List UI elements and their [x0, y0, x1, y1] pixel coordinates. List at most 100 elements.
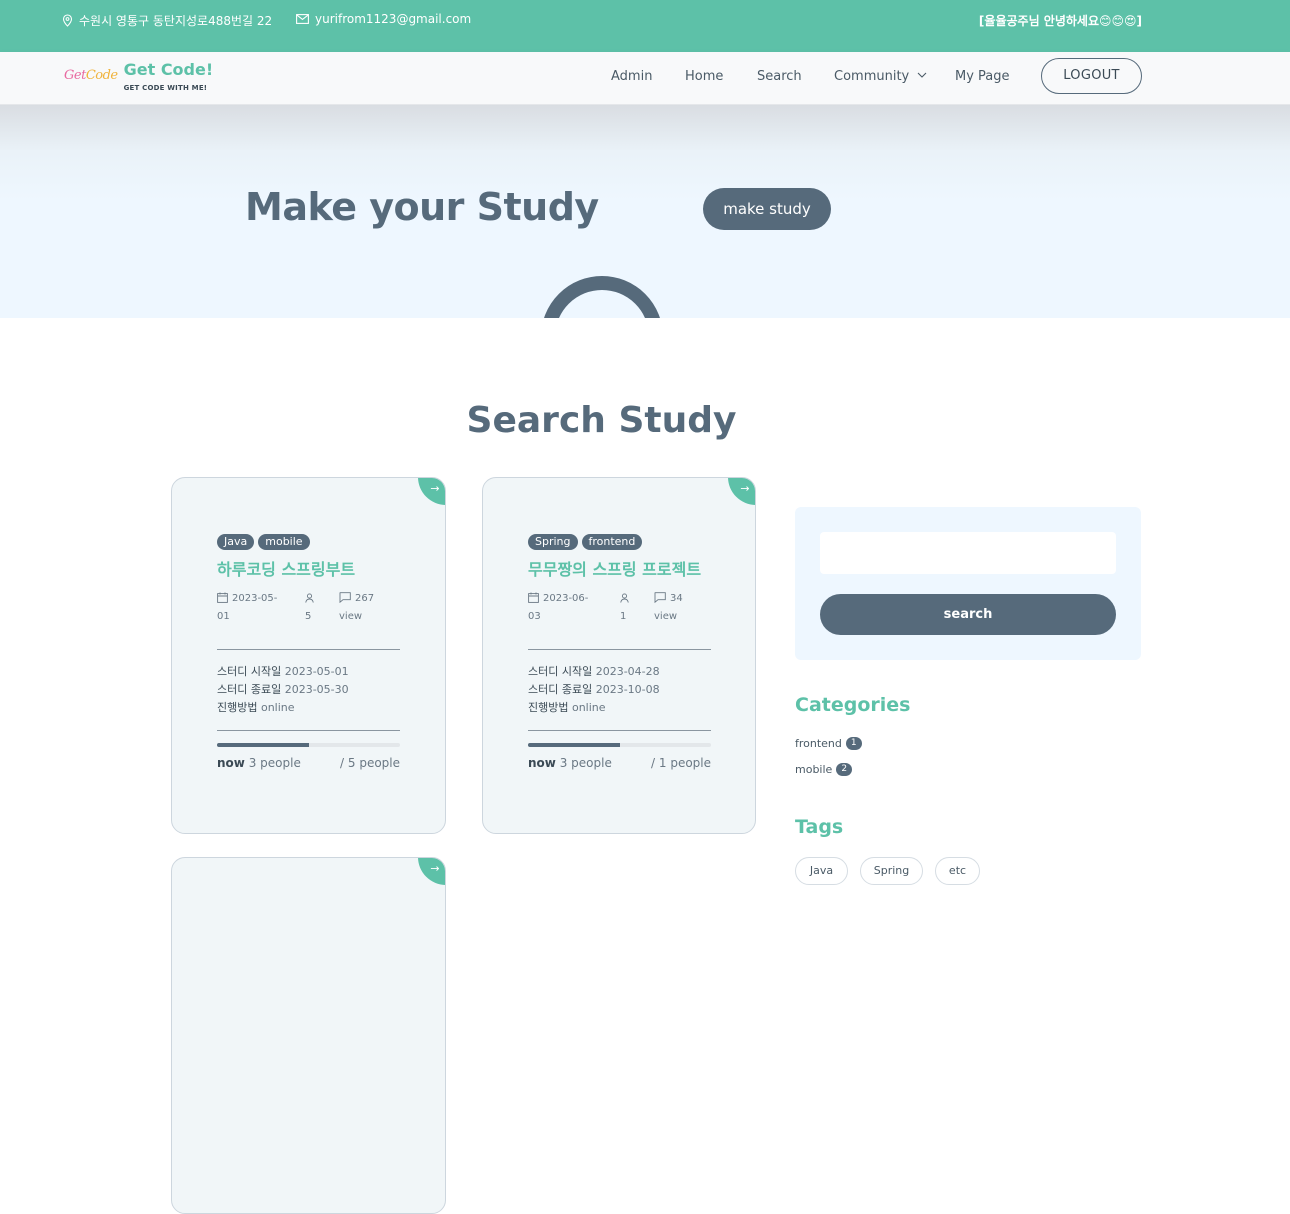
card-start-row: 스터디 시작일 2023-04-28	[528, 663, 660, 681]
greeting-text: [율율공주님 안녕하세요😊😊😍]	[978, 14, 1142, 28]
study-card[interactable]: → Spring frontend 무무짱의 스프링 프로젝트 2023-06-…	[482, 477, 756, 834]
logout-button[interactable]: LOGOUT	[1041, 58, 1142, 94]
category-name[interactable]: frontend	[795, 737, 842, 750]
card-title[interactable]: 하루코딩 스프링부트	[217, 556, 355, 580]
calendar-icon	[528, 592, 539, 609]
hero-banner: Make your Study make study	[0, 105, 1290, 318]
mode-value: online	[571, 701, 606, 714]
card-schedule: 스터디 시작일 2023-04-28 스터디 종료일 2023-10-08 진행…	[528, 663, 660, 717]
start-label: 스터디 시작일	[217, 665, 282, 678]
card-progress-bar	[528, 743, 711, 747]
make-study-button[interactable]: make study	[703, 188, 831, 230]
search-input[interactable]	[820, 532, 1116, 574]
tag-chip-java[interactable]: Java	[795, 857, 848, 885]
location-pin-icon	[62, 14, 73, 27]
card-views-unit: view	[654, 611, 678, 622]
mail-icon	[296, 14, 309, 24]
tag-chip-etc[interactable]: etc	[935, 857, 980, 885]
logo-mark-code: Code	[85, 68, 118, 83]
card-progress-fill	[217, 743, 309, 747]
end-label: 스터디 종료일	[528, 683, 593, 696]
tag-chip-spring[interactable]: Spring	[860, 857, 923, 885]
brand-logo[interactable]: GetCode Get Code! GET CODE WITH ME!	[64, 60, 213, 92]
logo-text: Get Code! GET CODE WITH ME!	[124, 60, 214, 92]
now-label: now	[528, 756, 556, 770]
nav-search[interactable]: Search	[757, 69, 802, 84]
nav-community[interactable]: Community	[834, 69, 927, 84]
now-count: 3 people	[248, 756, 301, 770]
end-date: 2023-05-30	[284, 683, 349, 696]
card-divider	[217, 649, 400, 650]
arrow-right-icon[interactable]: →	[418, 858, 445, 885]
user-icon	[620, 593, 629, 609]
card-mode-row: 진행방법 online	[217, 699, 349, 717]
max-count: / 1 people	[651, 756, 711, 770]
search-button[interactable]: search	[820, 594, 1116, 635]
address-text: 수원시 영통구 동탄지성로488번길 22	[79, 14, 273, 28]
brand-subtitle: GET CODE WITH ME!	[123, 84, 208, 92]
card-views-unit: view	[339, 611, 363, 622]
category-item-frontend[interactable]: frontend 1	[795, 737, 862, 750]
card-members-text: 1	[620, 611, 627, 622]
logo-mark: GetCode	[64, 68, 118, 83]
max-count: / 5 people	[340, 756, 400, 770]
now-count: 3 people	[559, 756, 612, 770]
start-date: 2023-04-28	[595, 665, 660, 678]
brand-title: Get Code!	[123, 60, 214, 79]
card-schedule: 스터디 시작일 2023-05-01 스터디 종료일 2023-05-30 진행…	[217, 663, 349, 717]
card-mode-row: 진행방법 online	[528, 699, 660, 717]
hero-ring-decoration	[541, 276, 663, 318]
study-card[interactable]: →	[171, 857, 446, 1214]
card-members: 1	[620, 591, 638, 625]
card-tag[interactable]: frontend	[581, 534, 643, 550]
calendar-icon	[217, 592, 228, 609]
nav-my-page[interactable]: My Page	[955, 69, 1010, 84]
mode-label: 진행방법	[217, 701, 258, 714]
main-navbar: GetCode Get Code! GET CODE WITH ME! Admi…	[0, 52, 1290, 105]
mode-value: online	[260, 701, 295, 714]
category-count-badge: 2	[836, 763, 853, 776]
card-views-count: 267	[355, 593, 375, 604]
card-tag[interactable]: Spring	[528, 534, 578, 550]
search-widget: search	[795, 507, 1141, 660]
card-people: now 3 people / 1 people	[528, 756, 711, 770]
card-views-count: 34	[670, 593, 683, 604]
email-text[interactable]: yurifrom1123@gmail.com	[315, 12, 471, 26]
arrow-right-icon[interactable]: →	[418, 478, 445, 505]
hero-title: Make your Study	[245, 185, 599, 229]
card-title[interactable]: 무무짱의 스프링 프로젝트	[528, 556, 701, 580]
card-end-row: 스터디 종료일 2023-10-08	[528, 681, 660, 699]
card-divider	[528, 730, 711, 731]
section-title: Search Study	[466, 400, 737, 441]
study-card[interactable]: → Java mobile 하루코딩 스프링부트 2023-05-01 5 26…	[171, 477, 446, 834]
card-start-row: 스터디 시작일 2023-05-01	[217, 663, 349, 681]
start-date: 2023-05-01	[284, 665, 349, 678]
end-label: 스터디 종료일	[217, 683, 282, 696]
top-info-bar: 수원시 영통구 동탄지성로488번길 22 yurifrom1123@gmail…	[0, 0, 1290, 52]
end-date: 2023-10-08	[595, 683, 660, 696]
arrow-right-icon[interactable]: →	[728, 478, 755, 505]
card-progress-bar	[217, 743, 400, 747]
category-name[interactable]: mobile	[795, 763, 832, 776]
card-divider	[217, 730, 400, 731]
email-block[interactable]: yurifrom1123@gmail.com	[296, 12, 471, 26]
comment-icon	[654, 592, 666, 609]
card-end-row: 스터디 종료일 2023-05-30	[217, 681, 349, 699]
card-members-text: 5	[305, 611, 312, 622]
nav-home[interactable]: Home	[685, 69, 723, 84]
nav-admin[interactable]: Admin	[611, 69, 652, 84]
mode-label: 진행방법	[528, 701, 569, 714]
tags-heading: Tags	[795, 816, 844, 838]
card-tags: Spring frontend	[528, 534, 643, 550]
card-people: now 3 people / 5 people	[217, 756, 400, 770]
nav-community-label: Community	[834, 69, 910, 84]
card-date: 2023-06-03	[528, 591, 598, 625]
address-block: 수원시 영통구 동탄지성로488번길 22	[62, 12, 272, 29]
chevron-down-icon	[917, 72, 927, 83]
card-tag[interactable]: Java	[217, 534, 255, 550]
logo-mark-get: Get	[64, 68, 86, 83]
user-icon	[305, 593, 314, 609]
category-item-mobile[interactable]: mobile 2	[795, 763, 853, 776]
card-tag[interactable]: mobile	[258, 534, 310, 550]
card-views: 34 view	[654, 591, 704, 625]
